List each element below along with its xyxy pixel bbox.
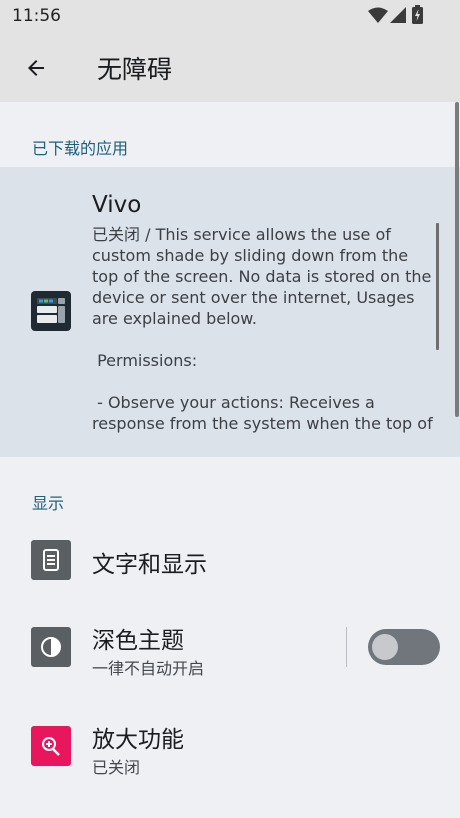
vivo-app-icon [31, 291, 71, 331]
status-time: 11:56 [12, 6, 61, 26]
setting-item-text-display[interactable]: 文字和显示 [0, 520, 460, 600]
status-bar: 11:56 [0, 0, 460, 32]
setting-subtitle: 已关闭 [92, 758, 141, 777]
contrast-icon [31, 627, 71, 667]
magnify-icon [31, 726, 71, 766]
battery-icon [412, 5, 423, 24]
setting-subtitle: 一律不自动开启 [92, 659, 205, 678]
toggle-divider [346, 627, 347, 667]
setting-item-magnification[interactable]: 放大功能 已关闭 [0, 706, 460, 786]
wifi-icon [368, 7, 388, 23]
service-title: Vivo [92, 192, 142, 218]
app-bar: 无障碍 [0, 32, 460, 102]
section-header-display: 显示 [32, 494, 65, 513]
text-display-icon [31, 540, 71, 580]
page-scrollbar[interactable] [455, 102, 459, 417]
page-title: 无障碍 [97, 55, 173, 84]
dark-theme-toggle[interactable] [368, 629, 440, 665]
setting-item-dark-theme[interactable]: 深色主题 一律不自动开启 [0, 607, 340, 687]
setting-title: 深色主题 [92, 628, 184, 654]
service-description: 已关闭 / This service allows the use of cus… [92, 225, 433, 433]
arrow-back-icon [28, 60, 44, 76]
description-scrollbar[interactable] [436, 223, 439, 350]
setting-title: 放大功能 [92, 727, 184, 753]
signal-icon [390, 7, 406, 23]
service-item-vivo[interactable]: Vivo 已关闭 / This service allows the use o… [0, 167, 460, 457]
toggle-thumb [372, 634, 398, 660]
status-icons [368, 5, 428, 26]
setting-title: 文字和显示 [92, 552, 207, 578]
section-header-downloaded-apps: 已下载的应用 [32, 139, 129, 158]
back-button[interactable] [16, 48, 56, 88]
